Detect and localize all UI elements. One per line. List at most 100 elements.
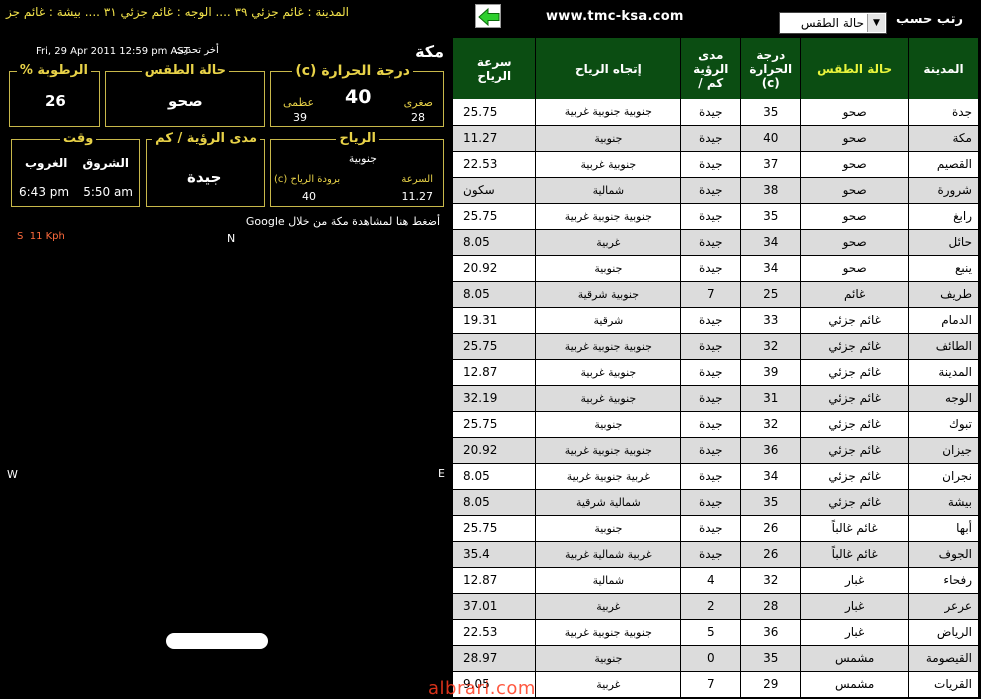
- table-row[interactable]: نجران غائم جزئي 34 جيدة غربية جنوبية غربية 8.…: [453, 463, 979, 490]
- cell-wind-direction: جنوبية: [535, 515, 682, 542]
- cell-city: الطائف: [908, 333, 979, 360]
- sunset-value: 6:43 pm: [19, 185, 70, 199]
- table-row[interactable]: جيزان غائم جزئي 36 جيدة جنوبية جنوبية غربية 2…: [453, 437, 979, 464]
- cell-temp: 34: [740, 463, 802, 490]
- cell-weather: غائم جزئي: [800, 359, 910, 386]
- sort-select[interactable]: حالة الطقس ▼: [779, 12, 887, 34]
- compass-e-label: E: [438, 467, 445, 480]
- temperature-card: (c) درجة الحرارة 40 صغرى 28 عظمى 39: [270, 63, 444, 127]
- cell-wind-speed: 28.97: [453, 645, 537, 672]
- cell-temp: 32: [740, 567, 802, 594]
- cell-wind-speed: 25.75: [453, 99, 537, 126]
- table-row[interactable]: شرورة صحو 38 جيدة شمالية سكون: [453, 177, 979, 204]
- table-row[interactable]: جدة صحو 35 جيدة جنوبية جنوبية غربية 25.75: [453, 99, 979, 126]
- header-speed[interactable]: سرعة الرياح: [453, 38, 537, 99]
- max-temp-value: 39: [293, 111, 307, 124]
- cell-weather: صحو: [800, 99, 910, 126]
- table-row[interactable]: أبها غائم غالباً 26 جيدة جنوبية 25.75: [453, 515, 979, 542]
- cell-wind-direction: جنوبية غربية: [535, 359, 682, 386]
- header-direction[interactable]: إتجاه الرياح: [535, 38, 682, 99]
- cell-wind-speed: 37.01: [453, 593, 537, 620]
- cell-visibility: 4: [680, 567, 742, 594]
- cell-city: جيزان: [908, 437, 979, 464]
- cell-visibility: جيدة: [680, 229, 742, 256]
- map-scroll-handle[interactable]: [166, 633, 268, 649]
- cell-wind-speed: 8.05: [453, 281, 537, 308]
- back-button[interactable]: [475, 4, 501, 28]
- cell-temp: 36: [740, 437, 802, 464]
- current-city-name: مكة: [415, 42, 444, 61]
- table-row[interactable]: بيشة غائم جزئي 35 جيدة شمالية شرقية 8.05: [453, 489, 979, 516]
- cell-temp: 35: [740, 99, 802, 126]
- sunrise-value: 5:50 am: [83, 185, 133, 199]
- cell-city: الدمام: [908, 307, 979, 334]
- cell-weather: غائم جزئي: [800, 437, 910, 464]
- table-row[interactable]: الجوف غائم غالباً 26 جيدة غربية شمالية غربية…: [453, 541, 979, 568]
- table-row[interactable]: حائل صحو 34 جيدة غربية 8.05: [453, 229, 979, 256]
- cell-temp: 37: [740, 151, 802, 178]
- site-url[interactable]: www.tmc-ksa.com: [546, 9, 684, 24]
- cell-city: حائل: [908, 229, 979, 256]
- wind-speed-kph: 11 Kph: [29, 231, 65, 242]
- table-row[interactable]: مكة صحو 40 جيدة جنوبية 11.27: [453, 125, 979, 152]
- cell-temp: 28: [740, 593, 802, 620]
- cell-weather: صحو: [800, 125, 910, 152]
- cell-city: الجوف: [908, 541, 979, 568]
- table-header-row: المدينة حالة الطقس درجة الحرارة (c) مدى …: [453, 38, 979, 99]
- cell-wind-direction: جنوبية جنوبية غربية: [535, 619, 682, 646]
- wind-title: الرياح: [336, 131, 379, 146]
- table-row[interactable]: عرعر غبار 28 2 غربية 37.01: [453, 593, 979, 620]
- table-row[interactable]: رابغ صحو 35 جيدة جنوبية جنوبية غربية 25.75: [453, 203, 979, 230]
- table-row[interactable]: تبوك غائم جزئي 32 جيدة جنوبية 25.75: [453, 411, 979, 438]
- table-row[interactable]: الوجه غائم جزئي 31 جيدة جنوبية غربية 32.19: [453, 385, 979, 412]
- header-visibility[interactable]: مدى الرؤية كم /: [680, 38, 742, 99]
- table-row[interactable]: رفحاء غبار 32 4 شمالية 12.87: [453, 567, 979, 594]
- header-city[interactable]: المدينة: [908, 38, 979, 99]
- cell-temp: 35: [740, 203, 802, 230]
- cell-visibility: جيدة: [680, 515, 742, 542]
- table-row[interactable]: القصيم صحو 37 جيدة جنوبية غربية 22.53: [453, 151, 979, 178]
- cell-city: المدينة: [908, 359, 979, 386]
- cell-temp: 26: [740, 515, 802, 542]
- wind-speed-indicator: S 11 Kph: [17, 231, 65, 242]
- cell-city: ينبع: [908, 255, 979, 282]
- time-card: وقت الشروق 5:50 am الغروب 6:43 pm: [11, 131, 140, 207]
- cell-weather: صحو: [800, 151, 910, 178]
- cell-weather: مشمس: [800, 671, 910, 698]
- table-row[interactable]: طريف غائم 25 7 جنوبية شرقية 8.05: [453, 281, 979, 308]
- updated-value: Fri, 29 Apr 2011 12:59 pm AST: [36, 46, 190, 57]
- visibility-title: مدى الرؤية / كم: [152, 131, 260, 146]
- cell-wind-speed: 25.75: [453, 333, 537, 360]
- table-row[interactable]: ينبع صحو 34 جيدة جنوبية 20.92: [453, 255, 979, 282]
- cities-table-panel: المدينة حالة الطقس درجة الحرارة (c) مدى …: [452, 38, 981, 699]
- humidity-card: % الرطوبة 26: [9, 63, 100, 127]
- cell-wind-speed: 32.19: [453, 385, 537, 412]
- cell-city: القريات: [908, 671, 979, 698]
- dropdown-arrow-icon[interactable]: ▼: [867, 14, 885, 32]
- cell-visibility: 5: [680, 619, 742, 646]
- header-weather[interactable]: حالة الطقس: [800, 38, 910, 99]
- table-row[interactable]: الدمام غائم جزئي 33 جيدة شرقية 19.31: [453, 307, 979, 334]
- cell-wind-speed: 35.4: [453, 541, 537, 568]
- cell-temp: 35: [740, 645, 802, 672]
- cell-weather: غائم جزئي: [800, 307, 910, 334]
- cell-visibility: جيدة: [680, 203, 742, 230]
- cell-weather: غبار: [800, 619, 910, 646]
- table-row[interactable]: المدينة غائم جزئي 39 جيدة جنوبية غربية 12.87: [453, 359, 979, 386]
- sort-label: رتب حسب: [896, 12, 964, 27]
- table-row[interactable]: القيصومة مشمس 35 0 جنوبية 28.97: [453, 645, 979, 672]
- cell-visibility: 2: [680, 593, 742, 620]
- wind-direction-value: جنوبية: [348, 152, 377, 165]
- header-temp[interactable]: درجة الحرارة (c): [740, 38, 802, 99]
- cell-wind-speed: 25.75: [453, 515, 537, 542]
- table-row[interactable]: الطائف غائم جزئي 32 جيدة جنوبية جنوبية غربية…: [453, 333, 979, 360]
- wind-speed-label: السرعة: [401, 174, 433, 185]
- sort-selected-value: حالة الطقس: [800, 16, 864, 30]
- cell-temp: 33: [740, 307, 802, 334]
- table-row[interactable]: الرياض غبار 36 5 جنوبية جنوبية غربية 22.53: [453, 619, 979, 646]
- cell-wind-speed: 12.87: [453, 567, 537, 594]
- cell-visibility: جيدة: [680, 463, 742, 490]
- weather-ticker[interactable]: المدينة : غائم جزئي ٣٩ .... الوجه : غائم…: [6, 5, 349, 19]
- cell-wind-speed: 20.92: [453, 437, 537, 464]
- cell-weather: غبار: [800, 567, 910, 594]
